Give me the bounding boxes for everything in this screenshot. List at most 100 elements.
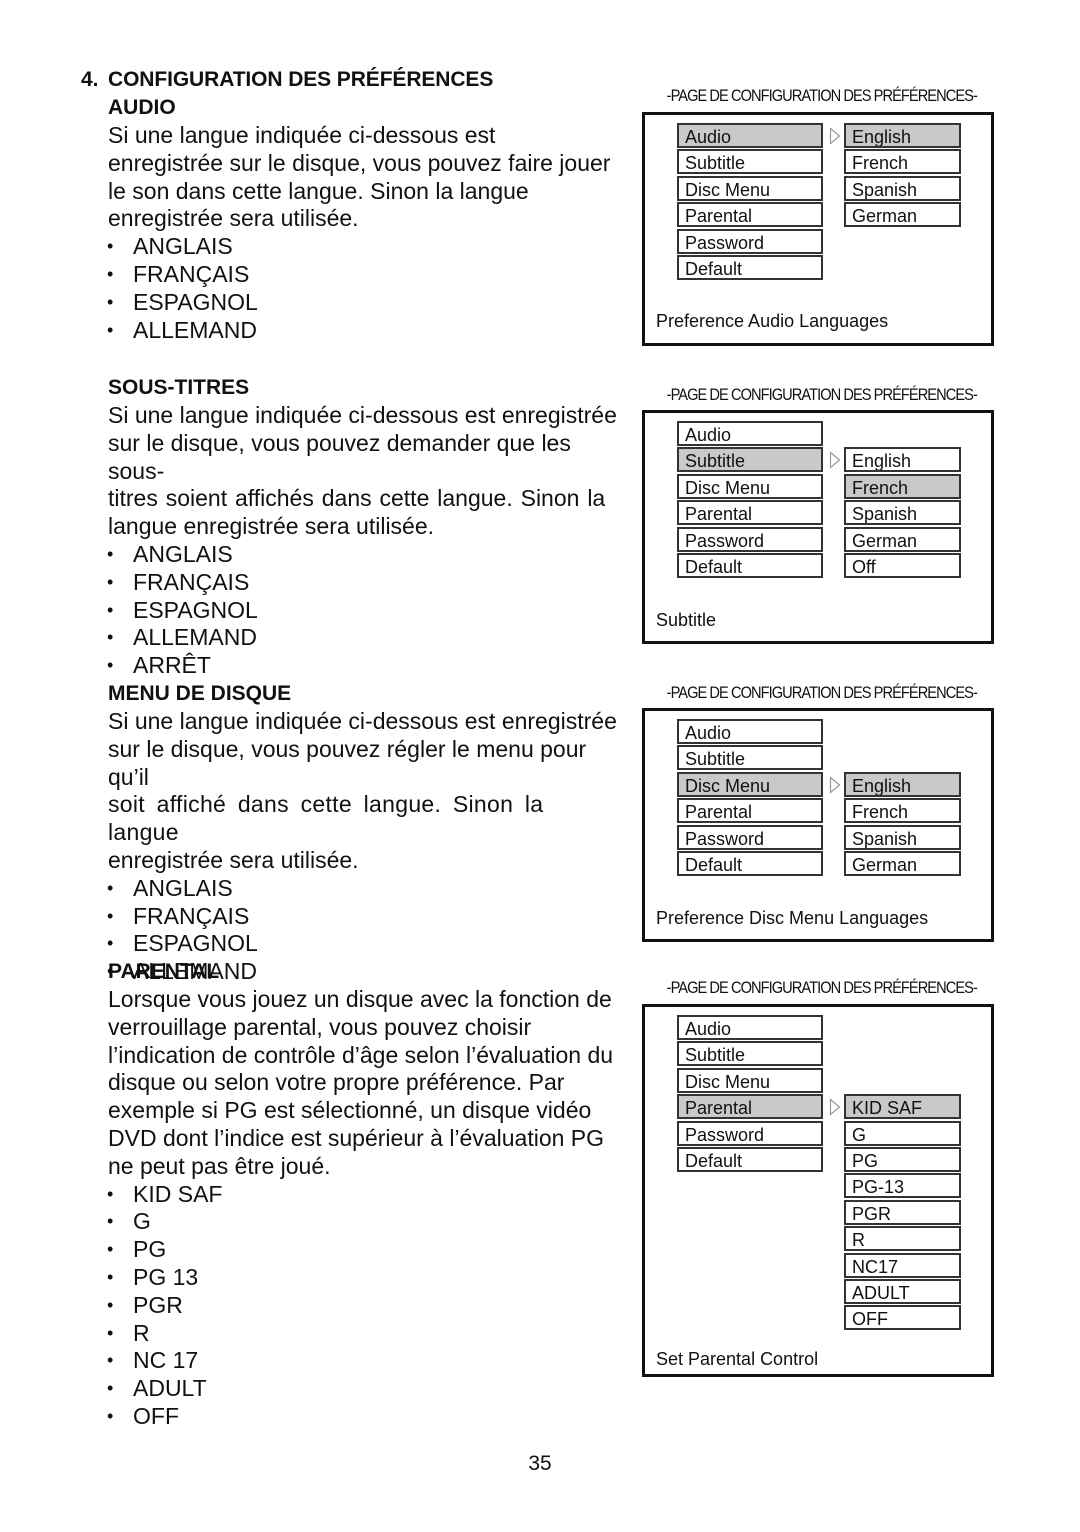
menu-item-default[interactable]: Default (677, 552, 823, 578)
option-item[interactable]: French (844, 798, 961, 824)
body-line: verrouillage parental, vous pouvez chois… (108, 1013, 532, 1040)
osd-panel-subtitle: Audio Subtitle Disc Menu Parental Password De… (642, 410, 994, 644)
list-item: ESPAGNOL (107, 289, 624, 317)
osd-panel-audio: Audio Subtitle Disc Menu Parental Password De… (642, 112, 994, 346)
panel-caption: -PAGE DE CONFIGURATION DES PRÉFÉRENCES- (666, 86, 978, 105)
option-item[interactable]: PGR (844, 1199, 961, 1225)
list-item: ANGLAIS (107, 875, 624, 903)
panel-footer: Preference Disc Menu Languages (656, 908, 929, 928)
option-item[interactable]: English (844, 771, 961, 797)
menu-item-subtitle[interactable]: Subtitle (677, 745, 823, 771)
section-subtitle: SOUS-TITRES Si une langue indiquée ci-de… (107, 374, 624, 680)
option-item[interactable]: OFF (844, 1305, 961, 1331)
option-item[interactable]: ADULT (844, 1278, 961, 1304)
menu-item-audio[interactable]: Audio (677, 123, 823, 148)
list-item: ANGLAIS (107, 233, 624, 261)
rating-list: KID SAF G PG PG 13 PGR R NC 17 ADULT OFF (107, 1181, 624, 1431)
menu-item-password[interactable]: Password (677, 526, 823, 552)
panel-footer: Preference Audio Languages (656, 311, 889, 331)
menu-item-default[interactable]: Default (677, 850, 823, 876)
body-line: sur le disque, vous pouvez régler le men… (108, 735, 587, 790)
option-item[interactable]: Spanish (844, 500, 961, 526)
option-list: KID SAF G PG PG-13 PGR R NC17 ADULT OFF (844, 1094, 961, 1332)
section-body: Lorsque vous jouez un disque avec la fon… (108, 986, 624, 1181)
list-item: FRANÇAIS (107, 569, 624, 597)
menu-item-subtitle[interactable]: Subtitle (677, 149, 823, 175)
list-item: OFF (107, 1403, 624, 1431)
body-line: disque ou selon votre propre préférence.… (108, 1069, 565, 1096)
section-parental: PARENTAL Lorsque vous jouez un disque av… (107, 958, 624, 1431)
body-line: l’indication de contrôle d’âge selon l’é… (108, 1041, 614, 1068)
list-item: PG 13 (107, 1264, 624, 1292)
menu-item-audio[interactable]: Audio (677, 421, 823, 446)
menu-item-password[interactable]: Password (677, 824, 823, 850)
section-heading: SOUS-TITRES (108, 376, 250, 399)
option-item[interactable]: English (844, 447, 961, 473)
list-item: PGR (107, 1292, 624, 1320)
option-item[interactable]: Off (844, 552, 961, 578)
menu-item-disc-menu[interactable]: Disc Menu (677, 771, 823, 797)
option-item[interactable]: PG-13 (844, 1173, 961, 1199)
menu-item-disc-menu[interactable]: Disc Menu (677, 473, 823, 499)
list-item: PG (107, 1236, 624, 1264)
option-list: English French Spanish German (844, 771, 961, 878)
language-list: ANGLAIS FRANÇAIS ESPAGNOL ALLEMAND (107, 233, 624, 345)
option-item[interactable]: French (844, 149, 961, 175)
body-line: ne peut pas être joué. (108, 1152, 331, 1179)
menu-item-audio[interactable]: Audio (677, 1015, 823, 1040)
option-item[interactable]: R (844, 1226, 961, 1252)
body-line: Si une langue indiquée ci-dessous est en… (108, 708, 617, 734)
menu-item-disc-menu[interactable]: Disc Menu (677, 175, 823, 201)
menu-item-password[interactable]: Password (677, 1120, 823, 1146)
body-line: enregistrée sur le disque, vous pouvez f… (108, 149, 611, 176)
body-line: DVD dont l’indice est supérieur à l’éval… (108, 1124, 605, 1151)
panel-caption: -PAGE DE CONFIGURATION DES PRÉFÉRENCES- (666, 978, 978, 997)
option-item[interactable]: English (844, 123, 961, 148)
list-item: ANGLAIS (107, 541, 624, 569)
body-line: Lorsque vous jouez un disque avec la fon… (108, 986, 612, 1012)
option-item[interactable]: G (844, 1120, 961, 1146)
menu-item-audio[interactable]: Audio (677, 719, 823, 744)
panel-footer: Set Parental Control (656, 1349, 819, 1369)
page-number: 35 (528, 1452, 552, 1475)
menu-item-subtitle[interactable]: Subtitle (677, 1041, 823, 1067)
list-item: KID SAF (107, 1181, 624, 1209)
menu-item-subtitle[interactable]: Subtitle (677, 447, 823, 473)
pointer-arrow-icon (829, 776, 841, 794)
menu-item-default[interactable]: Default (677, 254, 823, 280)
language-list: ANGLAIS FRANÇAIS ESPAGNOL ALLEMAND ARRÊT (107, 541, 624, 680)
option-item[interactable]: German (844, 526, 961, 552)
option-item[interactable]: German (844, 202, 961, 228)
option-item[interactable]: KID SAF (844, 1094, 961, 1120)
list-item: R (107, 1320, 624, 1348)
body-line: exemple si PG est sélectionné, un disque… (108, 1097, 592, 1124)
menu-item-parental[interactable]: Parental (677, 798, 823, 824)
option-item[interactable]: PG (844, 1146, 961, 1172)
panel-caption: -PAGE DE CONFIGURATION DES PRÉFÉRENCES- (666, 683, 978, 702)
option-item[interactable]: Spanish (844, 824, 961, 850)
list-item: FRANÇAIS (107, 903, 624, 931)
setup-menu-list: Audio Subtitle Disc Menu Parental Password De… (677, 719, 823, 877)
list-item: ESPAGNOL (107, 597, 624, 625)
osd-panel-disc-menu: Audio Subtitle Disc Menu Parental Password De… (642, 708, 994, 942)
option-item[interactable]: NC17 (844, 1252, 961, 1278)
menu-item-parental[interactable]: Parental (677, 202, 823, 228)
section-heading: PARENTAL (108, 960, 220, 983)
section-heading: MENU DE DISQUE (108, 682, 292, 705)
menu-item-disc-menu[interactable]: Disc Menu (677, 1067, 823, 1093)
setup-menu-list: Audio Subtitle Disc Menu Parental Password De… (677, 123, 823, 281)
list-item: ALLEMAND (107, 317, 624, 345)
menu-item-parental[interactable]: Parental (677, 500, 823, 526)
section-body: Si une langue indiquée ci-dessous est en… (108, 402, 624, 541)
menu-item-parental[interactable]: Parental (677, 1094, 823, 1120)
option-item[interactable]: Spanish (844, 175, 961, 201)
list-item: ALLEMAND (107, 624, 624, 652)
option-item[interactable]: French (844, 473, 961, 499)
body-line: le son dans cette langue. Sinon la langu… (108, 177, 529, 204)
menu-item-password[interactable]: Password (677, 228, 823, 254)
pointer-arrow-icon (829, 127, 841, 145)
menu-item-default[interactable]: Default (677, 1146, 823, 1172)
section-number: 4. (81, 68, 99, 91)
body-line: Si une langue indiquée ci-dessous est en… (108, 402, 617, 428)
option-item[interactable]: German (844, 850, 961, 876)
